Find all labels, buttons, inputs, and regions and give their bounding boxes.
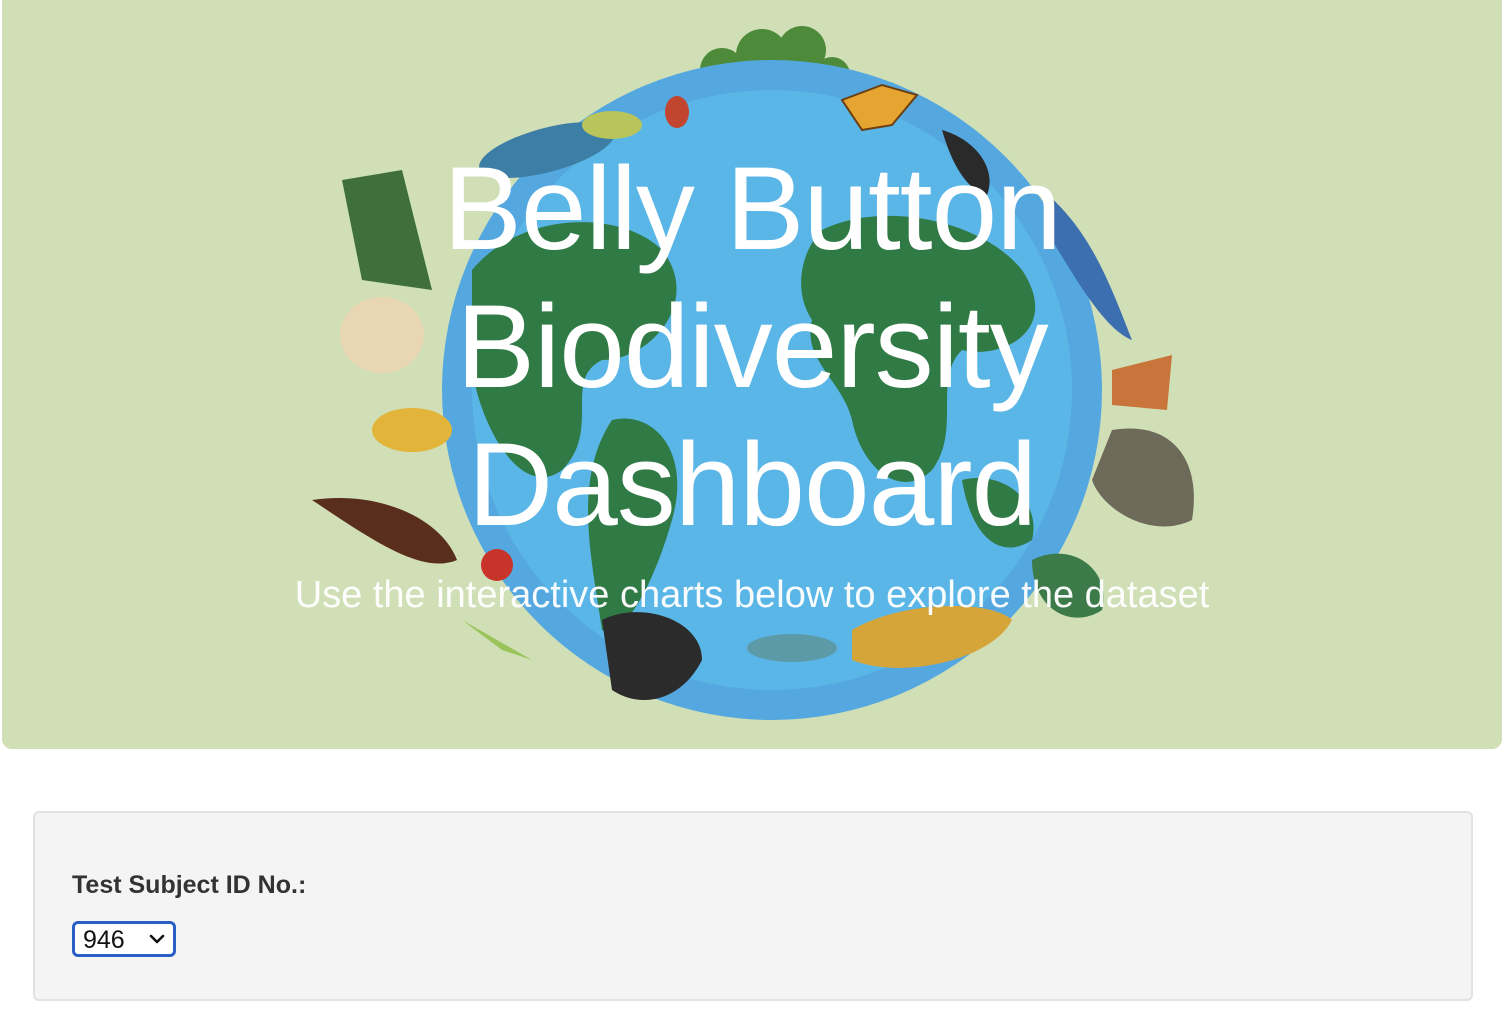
subject-id-label: Test Subject ID No.:: [72, 871, 307, 899]
page-title-line: Belly Button: [443, 143, 1062, 275]
page-title-line: Biodiversity: [456, 281, 1048, 413]
chevron-down-icon: [149, 934, 165, 944]
subject-id-selected-value: 946: [83, 926, 125, 954]
page-title-line: Dashboard: [467, 419, 1037, 551]
subject-id-dropdown[interactable]: 946: [72, 921, 176, 957]
subject-selector-panel: Test Subject ID No.: 946: [33, 811, 1473, 1001]
page-subtitle: Use the interactive charts below to expl…: [294, 574, 1210, 616]
page-title: Belly Button Biodiversity Dashboard: [252, 140, 1252, 554]
jumbotron-header: Belly Button Biodiversity Dashboard Use …: [2, 0, 1502, 749]
